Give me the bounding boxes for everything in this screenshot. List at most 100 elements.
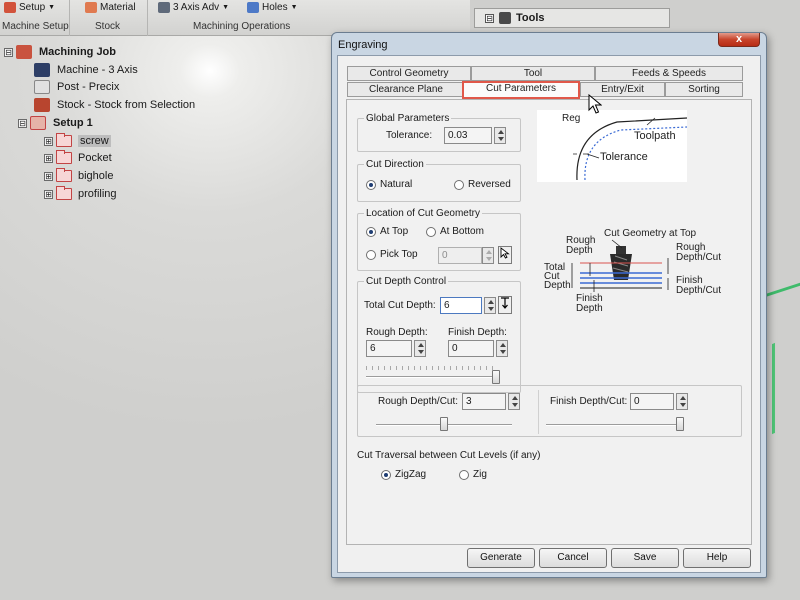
finish-depth-cut-slider-track[interactable]	[546, 424, 684, 426]
group-title: Global Parameters	[364, 113, 452, 124]
rough-depth-slider-thumb[interactable]	[492, 370, 500, 384]
tab-control-geometry[interactable]: Control Geometry	[347, 66, 471, 81]
tree-item-post[interactable]: Post - Precix	[34, 79, 119, 95]
cut-parameters-page: Global Parameters Tolerance: 0.03 Cut Di…	[346, 99, 752, 545]
cut-depth-control-group: Cut Depth Control Total Cut Depth: 6 Rou…	[357, 276, 521, 393]
expand-icon[interactable]: ⊞	[44, 153, 53, 163]
natural-radio[interactable]: Natural	[366, 179, 412, 190]
tree-item-setup[interactable]: ⊟ Setup 1	[18, 115, 93, 131]
cut-geometry-top-label: Cut Geometry at Top	[604, 228, 697, 239]
rough-depth-cut-spinner[interactable]	[508, 393, 520, 410]
holes-menu-button[interactable]: Holes ▼	[247, 0, 298, 14]
finish-depth-cut-slider-thumb[interactable]	[676, 417, 684, 431]
tree-item-machine[interactable]: Machine - 3 Axis	[34, 62, 138, 78]
setup-menu-button[interactable]: Setup ▼	[4, 0, 55, 14]
generate-button[interactable]: Generate	[467, 548, 535, 568]
help-button[interactable]: Help	[683, 548, 751, 568]
chevron-down-icon: ▼	[290, 3, 298, 11]
material-button[interactable]: Material	[85, 0, 136, 14]
tree-item-stock[interactable]: Stock - Stock from Selection	[34, 97, 195, 113]
setup-icon	[30, 116, 46, 130]
chevron-down-icon: ▼	[222, 3, 230, 11]
tab-tool[interactable]: Tool	[471, 66, 595, 81]
rough-depth-input[interactable]: 6	[366, 340, 412, 357]
finish-depth-diagram-label: Finish Depth	[576, 293, 603, 314]
zig-radio[interactable]: Zig	[459, 469, 487, 480]
tools-panel-title: Tools	[516, 12, 545, 24]
tools-panel-header[interactable]: ⊟ Tools	[474, 8, 670, 28]
radio-indicator	[459, 469, 469, 480]
finish-depth-cut-spinner[interactable]	[676, 393, 688, 410]
measure-depth-button[interactable]	[498, 296, 512, 314]
divider	[538, 390, 539, 434]
save-button[interactable]: Save	[611, 548, 679, 568]
tolerance-input[interactable]: 0.03	[444, 127, 492, 144]
tab-clearance-plane[interactable]: Clearance Plane	[347, 82, 465, 97]
global-parameters-group: Global Parameters Tolerance: 0.03	[357, 113, 521, 152]
expand-icon[interactable]: ⊞	[44, 189, 53, 199]
ribbon-group-machining-operations: Machining Operations	[193, 21, 291, 32]
tools-icon	[499, 12, 511, 24]
tolerance-label: Tolerance:	[386, 130, 433, 141]
engraving-dialog: Engraving x Control Geometry Tool Feeds …	[331, 32, 767, 578]
total-cut-depth-input[interactable]: 6	[440, 297, 482, 314]
depth-per-cut-group: Rough Depth/Cut: 3 Finish Depth/Cut: 0	[357, 385, 742, 437]
tolerance-spinner[interactable]	[494, 127, 506, 144]
pick-top-input[interactable]: 0	[438, 247, 482, 264]
close-button[interactable]: x	[718, 33, 760, 47]
ribbon-toolbar: Setup ▼ Material 3 Axis Adv ▼ Holes ▼ Ma…	[0, 0, 470, 36]
group-title: Location of Cut Geometry	[364, 208, 482, 219]
cancel-button[interactable]: Cancel	[539, 548, 607, 568]
tree-item-operation[interactable]: ⊞ Pocket	[44, 150, 112, 166]
rough-depth-cut-input[interactable]: 3	[462, 393, 506, 410]
finish-depth-input[interactable]: 0	[448, 340, 494, 357]
total-cut-depth-spinner[interactable]	[484, 297, 496, 314]
tree-item-operation[interactable]: ⊞ profiling	[44, 186, 117, 202]
reversed-radio[interactable]: Reversed	[454, 179, 511, 190]
tab-sorting[interactable]: Sorting	[665, 82, 743, 97]
tree-item-operation[interactable]: ⊞ screw	[44, 133, 111, 149]
tab-cut-parameters[interactable]: Cut Parameters	[462, 81, 580, 99]
radio-indicator	[366, 249, 376, 260]
chevron-down-icon: ▼	[48, 3, 56, 11]
rough-depth-cut-slider-thumb[interactable]	[440, 417, 448, 431]
rough-depth-spinner[interactable]	[414, 340, 426, 357]
total-cut-depth-label: Total Cut Depth:	[364, 300, 436, 311]
folder-icon	[56, 133, 72, 147]
region-label: Reg	[562, 113, 581, 124]
expand-icon[interactable]: ⊞	[44, 136, 53, 146]
finish-depth-cut-input[interactable]: 0	[630, 393, 674, 410]
toolpath-label: Toolpath	[634, 130, 676, 142]
pick-top-spinner[interactable]	[482, 247, 494, 264]
pick-cursor-button[interactable]	[498, 246, 512, 264]
collapse-icon[interactable]: ⊟	[4, 47, 13, 57]
cut-traversal-label: Cut Traversal between Cut Levels (if any…	[357, 450, 541, 461]
rough-depth-label: Rough Depth:	[366, 327, 428, 338]
at-bottom-radio[interactable]: At Bottom	[426, 226, 484, 237]
zigzag-radio[interactable]: ZigZag	[381, 469, 426, 480]
ribbon-group-stock: Stock	[95, 21, 121, 32]
holes-icon	[247, 1, 259, 13]
pick-top-radio[interactable]: Pick Top	[366, 249, 418, 260]
machining-job-icon	[16, 45, 32, 59]
total-cut-depth-diagram-label: Total Cut Depth	[544, 262, 571, 291]
at-top-radio[interactable]: At Top	[366, 226, 408, 237]
model-geometry	[772, 327, 800, 435]
collapse-icon[interactable]: ⊟	[18, 118, 27, 128]
rough-depth-cut-label: Rough Depth/Cut:	[378, 396, 459, 407]
radio-indicator	[426, 226, 436, 237]
pointer-icon	[500, 247, 510, 259]
tree-item-machining-job[interactable]: ⊟ Machining Job	[4, 44, 116, 60]
rough-depth-slider-track[interactable]	[366, 376, 500, 378]
group-title: Cut Depth Control	[364, 276, 449, 287]
finish-depth-cut-diagram-label: Finish Depth/Cut	[676, 275, 722, 296]
dialog-client-area: Control Geometry Tool Feeds & Speeds Cle…	[337, 55, 761, 573]
tree-item-operation[interactable]: ⊞ bighole	[44, 168, 113, 184]
stock-icon	[34, 98, 50, 112]
collapse-icon[interactable]: ⊟	[485, 13, 494, 23]
expand-icon[interactable]: ⊞	[44, 171, 53, 181]
finish-depth-spinner[interactable]	[496, 340, 508, 357]
3-axis-adv-menu-button[interactable]: 3 Axis Adv ▼	[158, 0, 229, 14]
folder-icon	[56, 186, 72, 200]
tab-feeds-speeds[interactable]: Feeds & Speeds	[595, 66, 743, 81]
